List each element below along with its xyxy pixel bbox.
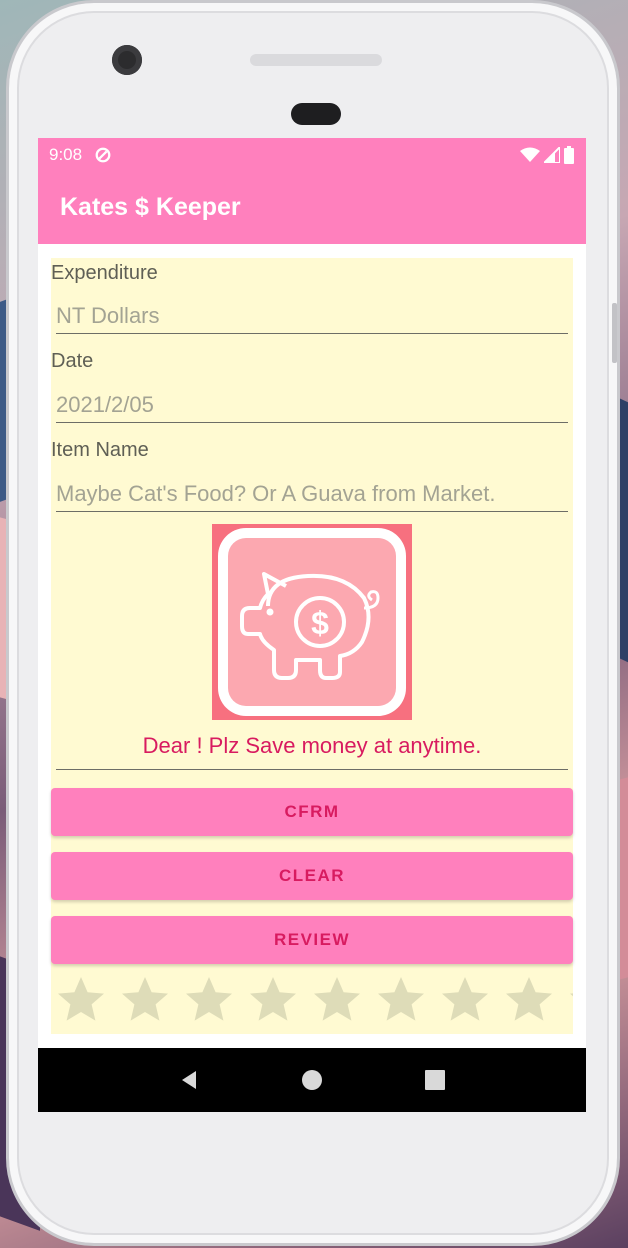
svg-text:$: $: [311, 605, 329, 641]
star-icon[interactable]: [183, 974, 235, 1026]
star-icon[interactable]: [439, 974, 491, 1026]
clear-button[interactable]: CLEAR: [51, 852, 573, 900]
home-icon[interactable]: [301, 1069, 323, 1091]
expense-form: Expenditure NT Dollars Date 2021/2/05 It…: [51, 258, 573, 1034]
status-bar: 9:08: [38, 138, 586, 171]
logo-frame: $: [218, 528, 406, 716]
confirm-button[interactable]: CFRM: [51, 788, 573, 836]
volume-button: [612, 303, 617, 363]
status-icons: [520, 145, 574, 164]
app-title: Kates $ Keeper: [60, 193, 241, 221]
star-icon[interactable]: [503, 974, 555, 1026]
wifi-icon: [520, 147, 540, 162]
item-name-input[interactable]: Maybe Cat's Food? Or A Guava from Market…: [56, 476, 568, 512]
star-icon[interactable]: [55, 974, 107, 1026]
earpiece-speaker: [250, 54, 382, 66]
back-icon[interactable]: [178, 1069, 200, 1091]
expenditure-label: Expenditure: [51, 262, 158, 284]
status-time: 9:08: [49, 144, 83, 164]
sync-icon: [95, 147, 111, 162]
review-button[interactable]: REVIEW: [51, 916, 573, 964]
piggy-bank-logo: $: [212, 524, 412, 720]
star-icon[interactable]: [119, 974, 171, 1026]
date-input[interactable]: 2021/2/05: [56, 387, 568, 423]
recents-icon[interactable]: [424, 1069, 446, 1091]
proximity-sensor: [291, 103, 341, 125]
star-icon[interactable]: [375, 974, 427, 1026]
star-icon[interactable]: [567, 974, 573, 1026]
battery-icon: [564, 145, 574, 164]
device-screen: 9:08 Kates $ Keeper Expenditure NT Dolla…: [38, 138, 586, 1112]
star-icon[interactable]: [311, 974, 363, 1026]
navigation-bar: [38, 1048, 586, 1112]
item-name-label: Item Name: [51, 439, 149, 461]
expenditure-input[interactable]: NT Dollars: [56, 298, 568, 334]
star-icon[interactable]: [247, 974, 299, 1026]
front-camera: [112, 45, 142, 75]
app-bar: Kates $ Keeper: [38, 171, 586, 244]
signal-icon: [544, 146, 560, 163]
rating-bar[interactable]: [55, 974, 573, 1034]
piggy-bank-icon: $: [240, 572, 380, 680]
date-label: Date: [51, 350, 94, 372]
motto-text: Dear ! Plz Save money at anytime.: [56, 726, 568, 770]
logo-tile: $: [228, 538, 396, 706]
